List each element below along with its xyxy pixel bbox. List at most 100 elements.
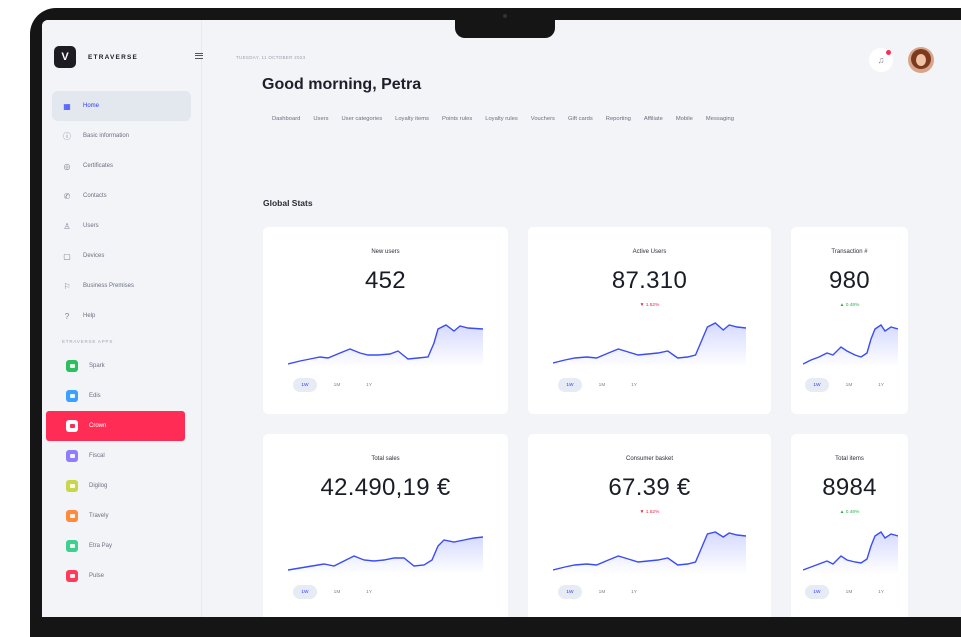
period-1m-button[interactable]: 1M (590, 585, 614, 599)
card-delta: ▲ 0.48% (839, 510, 860, 515)
card-label: Active Users (632, 249, 667, 255)
sidebar-app-travely[interactable]: Travely (52, 501, 191, 531)
user-icon: ♙ (63, 221, 71, 231)
sidebar-app-label: Travely (89, 513, 109, 519)
notifications-button[interactable]: ♫ (869, 48, 893, 72)
stat-card-active-users[interactable]: Active Users 87.310 ▼ 1.52% 1W 1M 1Y (528, 227, 771, 414)
tab-mobile[interactable]: Mobile (676, 116, 693, 122)
period-1m-button[interactable]: 1M (837, 585, 861, 599)
card-label: Transaction # (831, 249, 868, 255)
tab-vouchers[interactable]: Vouchers (531, 116, 555, 122)
sidebar-item-users[interactable]: ♙ Users (52, 211, 191, 241)
period-1w-button[interactable]: 1W (558, 378, 582, 392)
avatar-face (916, 54, 926, 66)
sidebar-app-label: Fiscal (89, 453, 105, 459)
period-selector: 1W 1M 1Y (558, 585, 654, 599)
pulse-app-icon (66, 570, 78, 582)
sidebar-app-digilog[interactable]: Digilog (52, 471, 191, 501)
sidebar-app-spark[interactable]: Spark (52, 351, 191, 381)
brand-logo-icon: V (54, 46, 76, 68)
sparkline-chart (553, 531, 746, 574)
app-screen: V ETRAVERSE ▦ Home ⓘ Basic information ◎… (42, 20, 961, 617)
tab-dashboard[interactable]: Dashboard (272, 116, 300, 122)
sidebar-app-crown[interactable]: Crown (46, 411, 185, 441)
period-1y-button[interactable]: 1Y (622, 378, 646, 392)
sidebar-app-pulse[interactable]: Pulse (52, 561, 191, 591)
period-selector: 1W 1M 1Y (293, 378, 389, 392)
period-1y-button[interactable]: 1Y (357, 585, 381, 599)
device-icon: ▢ (63, 251, 71, 261)
current-date: TUESDAY, 11 OCTOBER 2023 (236, 55, 306, 60)
period-1w-button[interactable]: 1W (293, 585, 317, 599)
sidebar-item-label: Certificates (83, 163, 114, 169)
card-label: New users (371, 249, 400, 255)
tab-users[interactable]: Users (313, 116, 328, 122)
section-title: Global Stats (263, 198, 313, 208)
card-label: Total sales (371, 456, 400, 462)
sidebar-item-devices[interactable]: ▢ Devices (52, 241, 191, 271)
sidebar-item-home[interactable]: ▦ Home (52, 91, 191, 121)
tab-affiliate[interactable]: Affiliate (644, 116, 663, 122)
card-delta: ▼ 1.52% (639, 510, 660, 515)
avatar[interactable] (908, 47, 934, 73)
tab-messaging[interactable]: Messaging (706, 116, 734, 122)
sparkline-chart (553, 322, 746, 367)
sidebar-item-business-premises[interactable]: ⚐ Business Premises (52, 271, 191, 301)
tab-loyalty-items[interactable]: Loyalty items (395, 116, 429, 122)
sidebar-item-label: Users (83, 223, 99, 229)
period-1m-button[interactable]: 1M (325, 585, 349, 599)
period-selector: 1W 1M 1Y (293, 585, 389, 599)
stat-card-consumer-basket[interactable]: Consumer basket 67.39 € ▼ 1.52% 1W 1M 1Y (528, 434, 771, 617)
sidebar-item-contacts[interactable]: ✆ Contacts (52, 181, 191, 211)
period-1m-button[interactable]: 1M (590, 378, 614, 392)
notification-dot (886, 50, 891, 55)
tab-loyalty-rules[interactable]: Loyalty rules (485, 116, 518, 122)
sidebar-item-label: Contacts (83, 193, 107, 199)
stat-card-total-items[interactable]: Total items 8984 ▲ 0.48% 1W 1M 1Y (791, 434, 908, 617)
sidebar-app-etra-pay[interactable]: Etra Pay (52, 531, 191, 561)
sparkline-chart (803, 324, 898, 367)
card-value: 42.490,19 € (320, 474, 451, 501)
period-1w-button[interactable]: 1W (805, 585, 829, 599)
sidebar-app-label: Pulse (89, 573, 105, 579)
sidebar-app-label: Edis (89, 393, 101, 399)
sidebar-item-label: Basic information (83, 133, 130, 139)
sidebar-item-certificates[interactable]: ◎ Certificates (52, 151, 191, 181)
card-label: Consumer basket (625, 456, 674, 462)
period-1m-button[interactable]: 1M (837, 378, 861, 392)
sparkline-area (803, 325, 898, 367)
sidebar-item-help[interactable]: ? Help (52, 301, 191, 331)
travely-app-icon (66, 510, 78, 522)
tab-user-categories[interactable]: User categories (342, 116, 383, 122)
tab-reporting[interactable]: Reporting (606, 116, 631, 122)
stat-card-total-sales[interactable]: Total sales 42.490,19 € 1W 1M 1Y (263, 434, 508, 617)
card-value: 8984 (822, 474, 877, 501)
sidebar-app-edis[interactable]: Edis (52, 381, 191, 411)
sidebar-app-fiscal[interactable]: Fiscal (52, 441, 191, 471)
camera-icon (503, 14, 507, 18)
period-1m-button[interactable]: 1M (325, 378, 349, 392)
stat-card-new-users[interactable]: New users 452 1W 1M 1Y (263, 227, 508, 414)
hamburger-menu-icon[interactable] (195, 53, 203, 59)
edis-app-icon (66, 390, 78, 402)
period-1y-button[interactable]: 1Y (622, 585, 646, 599)
period-1y-button[interactable]: 1Y (357, 378, 381, 392)
period-1w-button[interactable]: 1W (293, 378, 317, 392)
period-selector: 1W 1M 1Y (558, 378, 654, 392)
stat-card-transactions[interactable]: Transaction # 980 ▲ 0.48% 1W 1M 1Y (791, 227, 908, 414)
brand[interactable]: V ETRAVERSE (54, 46, 138, 68)
period-1y-button[interactable]: 1Y (869, 585, 893, 599)
tab-points-rules[interactable]: Points rules (442, 116, 472, 122)
period-1w-button[interactable]: 1W (805, 378, 829, 392)
sidebar-item-label: Help (83, 313, 96, 319)
sidebar-item-basic-information[interactable]: ⓘ Basic information (52, 121, 191, 151)
sidebar-nav: ▦ Home ⓘ Basic information ◎ Certificate… (46, 91, 191, 591)
card-value: 87.310 (611, 267, 688, 294)
brand-name: ETRAVERSE (88, 53, 139, 61)
sidebar-app-label: Crown (89, 423, 107, 429)
tab-gift-cards[interactable]: Gift cards (568, 116, 593, 122)
sparkline-area (553, 532, 746, 574)
period-1w-button[interactable]: 1W (558, 585, 582, 599)
digilog-app-icon (66, 480, 78, 492)
period-1y-button[interactable]: 1Y (869, 378, 893, 392)
